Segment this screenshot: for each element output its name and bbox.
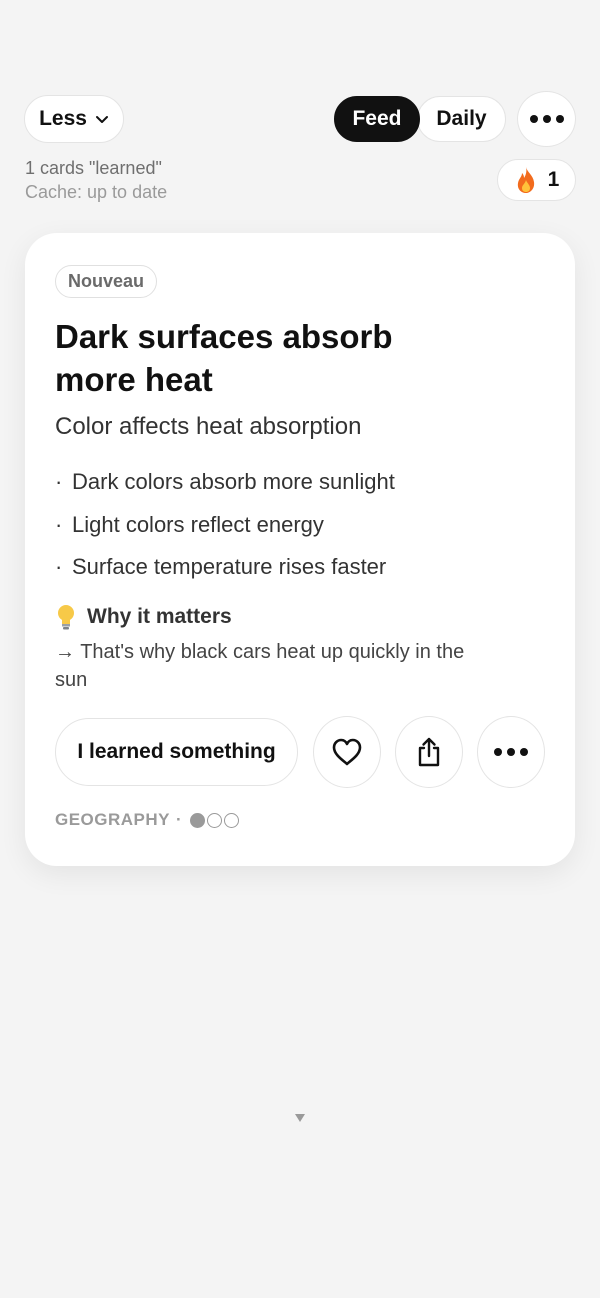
new-tag: Nouveau — [55, 265, 158, 298]
why-heading-text: Why it matters — [87, 605, 232, 628]
triangle-down-icon — [295, 1114, 305, 1122]
meta-separator: · — [176, 810, 183, 829]
progress-indicator — [190, 812, 240, 828]
tab-daily-label: Daily — [436, 107, 487, 130]
like-button[interactable] — [313, 716, 381, 788]
list-item: · Dark colors absorb more sunlight — [55, 469, 395, 494]
streak-badge[interactable]: 1 — [497, 159, 576, 201]
header-more-button[interactable] — [517, 91, 576, 147]
bullet-list: · Dark colors absorb more sunlight · Light… — [55, 466, 395, 594]
progress-dot — [207, 812, 223, 828]
heart-icon — [332, 738, 362, 766]
streak-count: 1 — [547, 168, 560, 191]
less-dropdown-button[interactable]: Less — [24, 95, 124, 143]
card-actions: I learned something — [55, 716, 547, 788]
learned-count: 1 cards "learned" — [25, 158, 162, 178]
progress-dot — [224, 812, 240, 828]
lightbulb-icon — [58, 605, 74, 630]
tab-feed-label: Feed — [352, 107, 402, 130]
ellipsis-icon — [494, 748, 528, 756]
why-it-matters-text: → That's why black cars heat up quickly … — [55, 641, 465, 691]
learned-something-button[interactable]: I learned something — [55, 718, 298, 786]
share-button[interactable] — [395, 716, 463, 788]
scroll-down-hint[interactable] — [272, 1100, 328, 1136]
tab-daily[interactable]: Daily — [417, 96, 506, 142]
app-screen: Less Feed Daily 1 cards "learned" Cache:… — [0, 0, 600, 1298]
card-subtitle: Color affects heat absorption — [55, 413, 362, 440]
card-meta: GEOGRAPHY · — [55, 810, 240, 830]
flame-icon — [517, 167, 534, 193]
list-item: · Surface temperature rises faster — [55, 554, 387, 579]
cache-status: Cache: up to date — [25, 182, 168, 202]
tab-feed[interactable]: Feed — [334, 96, 420, 142]
ellipsis-icon — [529, 115, 564, 123]
progress-dot — [190, 812, 206, 828]
card-more-button[interactable] — [477, 716, 545, 788]
fact-card: Nouveau Dark surfaces absorb more heat C… — [25, 233, 575, 866]
share-icon — [418, 737, 440, 767]
list-item: · Light colors reflect energy — [55, 511, 324, 537]
why-it-matters-heading: Why it matters — [55, 603, 232, 631]
category-label: GEOGRAPHY — [55, 810, 171, 829]
less-label: Less — [39, 107, 87, 130]
chevron-down-icon — [95, 116, 108, 123]
card-title: Dark surfaces absorb more heat — [55, 318, 393, 398]
